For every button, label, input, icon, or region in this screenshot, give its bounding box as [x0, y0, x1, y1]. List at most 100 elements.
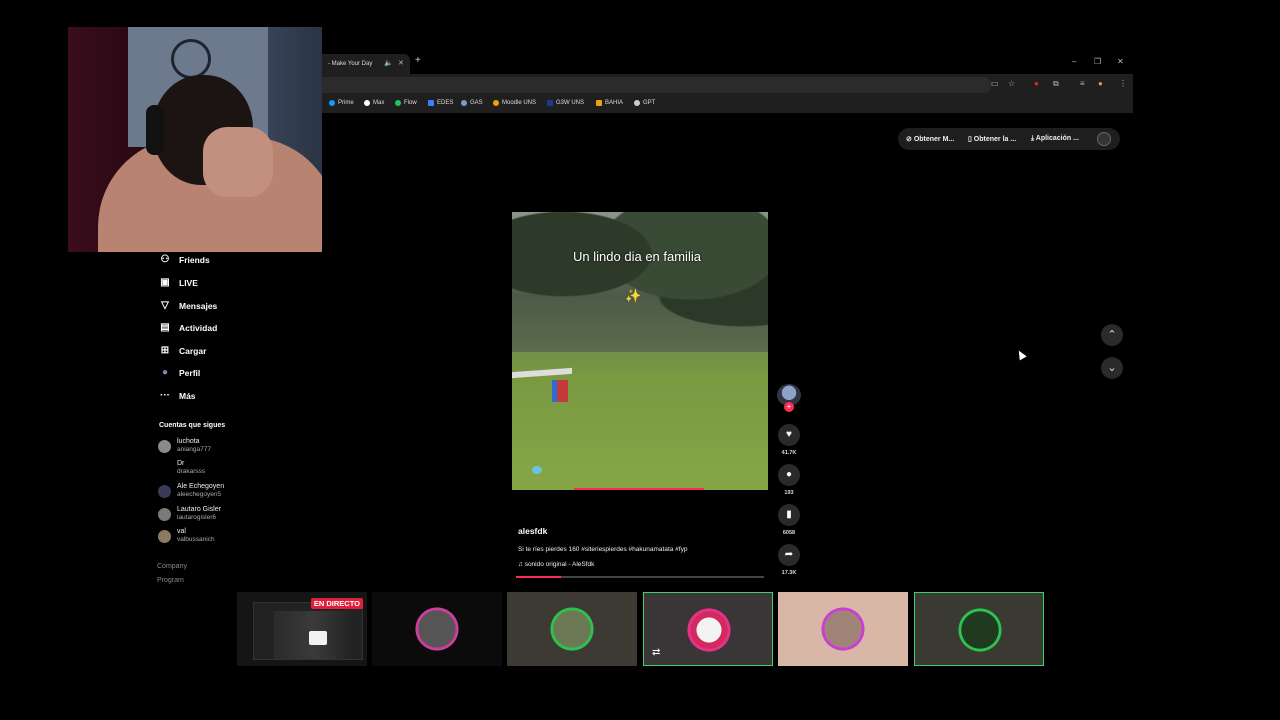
sound-label: sonido original - AleSfdk	[524, 561, 595, 568]
bookmark-gpt[interactable]: GPT	[634, 100, 655, 106]
browser-menu-icon[interactable]: ⋮	[1119, 79, 1127, 88]
next-video-button[interactable]: ⌄	[1101, 357, 1123, 379]
video-progress-fill	[516, 576, 561, 578]
footer-program-link[interactable]: Program	[157, 577, 184, 584]
shuffle-icon[interactable]: ⇄	[652, 647, 660, 658]
following-item[interactable]: Dr drakarsss	[158, 460, 205, 476]
flow-icon	[395, 100, 401, 106]
browser-toolbar: ▭ ☆ ● ⧉ ≡ ● ⋮	[322, 74, 1133, 95]
following-title: Cuentas que sigues	[159, 422, 226, 429]
minimize-button[interactable]: –	[1072, 57, 1076, 66]
previous-video-button[interactable]: ⌃	[1101, 324, 1123, 346]
following-name: luchota	[177, 438, 200, 445]
cast-icon[interactable]: ▭	[991, 79, 999, 88]
sidebar-item-upload[interactable]: ⊞ Cargar	[159, 345, 207, 356]
edes-icon	[428, 100, 434, 106]
video-author[interactable]: alesfdk	[518, 526, 768, 536]
bookmark-moodle[interactable]: Moodle UNS	[493, 100, 536, 106]
video-info: alesfdk Si te ríes pierdes 160 #siteries…	[516, 526, 768, 578]
stream-thumbnail-selected[interactable]	[914, 592, 1044, 666]
browser-tab[interactable]: - Make Your Day 🔈 ✕	[322, 54, 410, 74]
profile-avatar-icon: ●	[161, 367, 169, 378]
following-item[interactable]: Lautaro Gisler lautarogisler6	[158, 506, 221, 522]
extension-icon[interactable]: ●	[1034, 79, 1039, 88]
following-name: val	[177, 528, 186, 535]
bookmark-label: Moodle UNS	[502, 100, 537, 106]
speaker-icon[interactable]: 🔈	[384, 54, 393, 74]
restore-button[interactable]: ❐	[1094, 57, 1101, 66]
share-button[interactable]: ➦	[778, 544, 800, 566]
bookmark-edes[interactable]: EDES	[428, 100, 453, 106]
avatar	[158, 529, 171, 543]
bookmark-prime[interactable]: Prime	[329, 100, 354, 106]
address-bar[interactable]	[322, 77, 992, 93]
bookmark-gas[interactable]: GAS	[461, 100, 483, 106]
desktop-app-label: Aplicación ...	[1035, 135, 1079, 142]
bookmark-label: Prime	[338, 100, 354, 106]
stream-thumbnail-live[interactable]: EN DIRECTO	[237, 592, 367, 666]
pink-helmet-emote-icon	[680, 601, 738, 659]
stream-thumbnail[interactable]	[372, 592, 502, 666]
video-ball	[532, 466, 542, 474]
sidebar-item-label: Más	[179, 390, 196, 401]
sidebar-item-label: Cargar	[179, 345, 207, 356]
sidebar-item-messages[interactable]: ▽ Mensajes	[159, 300, 217, 311]
video-caption: Un lindo dia en familia	[573, 249, 701, 264]
following-handle: aleechegoyen5	[177, 491, 222, 498]
sidebar-item-more[interactable]: ··· Más	[159, 390, 196, 401]
tab-close-icon[interactable]: ✕	[398, 54, 404, 74]
monitor-preview	[253, 602, 363, 660]
user-avatar[interactable]	[1097, 132, 1111, 146]
stream-thumbnail[interactable]	[507, 592, 637, 666]
like-button[interactable]: ♥	[778, 424, 800, 446]
sidebar-item-activity[interactable]: ▤ Actividad	[159, 322, 217, 333]
tab-title: - Make Your Day	[328, 61, 373, 67]
sidebar-item-live[interactable]: ▣ LIVE	[159, 277, 198, 288]
desktop-app-button[interactable]: ⤓ Aplicación ...	[1031, 135, 1079, 143]
save-button[interactable]: ▮	[778, 504, 800, 526]
bookmark-star-icon[interactable]: ☆	[1008, 79, 1015, 88]
sidebar-item-profile[interactable]: ● Perfil	[159, 367, 200, 378]
bookmark-label: Max	[373, 100, 385, 106]
save-count: 6058	[782, 530, 796, 536]
following-item[interactable]: val valbussanich	[158, 528, 215, 544]
close-window-button[interactable]: ✕	[1117, 57, 1124, 66]
new-tab-button[interactable]: +	[415, 55, 421, 66]
video-slide	[512, 367, 572, 379]
avatar	[158, 507, 171, 521]
video-progress-bar[interactable]	[516, 576, 764, 578]
get-app-button[interactable]: ▯ Obtener la ...	[968, 135, 1016, 143]
profile-icon[interactable]: ●	[1098, 79, 1103, 88]
comment-count: 193	[784, 490, 794, 496]
chevron-down-icon: ⌄	[1107, 362, 1117, 374]
follow-button[interactable]: +	[784, 402, 794, 412]
bookmark-bahia[interactable]: BAHIA	[596, 100, 623, 106]
bookmark-max[interactable]: Max	[364, 100, 384, 106]
live-badge: EN DIRECTO	[310, 598, 363, 609]
sidebar-item-friends[interactable]: ⚇ Friends	[159, 254, 210, 265]
bookmark-g3w[interactable]: G3W UNS	[547, 100, 584, 106]
sidebar-item-label: Friends	[179, 254, 210, 265]
following-item[interactable]: luchota anianga777	[158, 438, 211, 454]
bookmark-label: GAS	[470, 100, 483, 106]
stream-thumbnail-selected[interactable]: ⇄	[643, 592, 773, 666]
video-description: Si te ríes pierdes 160 #siteriespierdes …	[518, 546, 688, 553]
following-name: Lautaro Gisler	[177, 506, 221, 513]
media-control-icon[interactable]: ≡	[1080, 79, 1085, 88]
bookmark-flow[interactable]: Flow	[395, 100, 417, 106]
sidebar-item-label: Actividad	[179, 322, 218, 333]
extensions-puzzle-icon[interactable]: ⧉	[1053, 79, 1059, 89]
following-item[interactable]: Ale Echegoyen aleechegoyen5	[158, 483, 224, 499]
video-playground	[552, 380, 568, 402]
video-player[interactable]: Un lindo dia en familia ✨	[512, 212, 768, 490]
comment-button[interactable]: ●	[778, 464, 800, 486]
get-coins-button[interactable]: ⊘ Obtener M...	[906, 135, 954, 143]
video-sound[interactable]: ♫ sonido original - AleSfdk	[518, 561, 594, 568]
stream-thumbnail[interactable]	[778, 592, 908, 666]
following-handle: lautarogisler6	[177, 514, 217, 521]
wall-decoration	[171, 39, 211, 79]
moodle-icon	[493, 100, 499, 106]
get-app-bar: ⊘ Obtener M... ▯ Obtener la ... ⤓ Aplica…	[898, 128, 1120, 150]
bookmark-label: EDES	[437, 100, 454, 106]
footer-company-link[interactable]: Company	[157, 563, 187, 570]
